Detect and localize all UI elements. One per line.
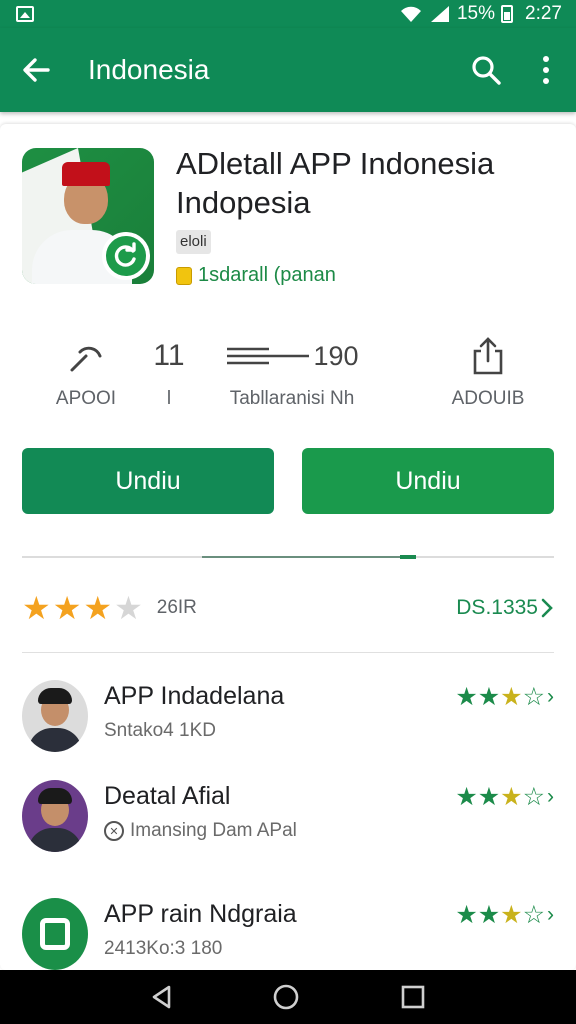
reviews-link[interactable]: DS.1335 (456, 596, 554, 620)
review-name: APP rain Ndgraia (104, 900, 297, 928)
rating-count: 26IR (156, 597, 197, 618)
review-subtitle-text: Imansing Dam APal (130, 820, 297, 841)
developer-link[interactable]: 1sdarall (panan (176, 264, 336, 287)
stat-value: 190 (313, 340, 359, 371)
lines-icon (227, 347, 310, 365)
divider (22, 652, 554, 653)
back-button[interactable] (0, 28, 72, 112)
star-icon: ★ (500, 901, 523, 929)
star-icon: ★ (83, 590, 113, 626)
developer-badge-icon (176, 266, 192, 285)
app-detail-card: ADletall APP Indonesia Indopesia eloli 1… (0, 124, 576, 970)
wifi-icon (400, 6, 421, 22)
avatar (22, 780, 88, 852)
search-icon (472, 56, 501, 85)
avatar-suit (28, 728, 82, 752)
review-rating: ★★ ★ ☆ › (455, 784, 554, 810)
clock-icon: ✕ (104, 821, 124, 841)
review-name: Deatal Afial (104, 782, 231, 810)
app-icon (22, 148, 154, 284)
star-outline-icon: ☆ (522, 783, 545, 811)
tab-indicator-active (400, 555, 416, 559)
avatar-hair (38, 788, 72, 804)
download-button-primary[interactable]: Undiu (22, 448, 274, 514)
image-notification-icon (16, 6, 34, 22)
avatar-suit (28, 828, 82, 852)
stat-label: l (166, 388, 172, 409)
star-icon: ★ (22, 590, 51, 626)
share-arc-icon (40, 334, 132, 378)
app-bar: Indonesia (0, 28, 576, 112)
reviews-link-label: DS.1335 (456, 596, 538, 619)
tab-indicator (22, 555, 554, 559)
battery-icon (501, 5, 514, 23)
stat-label: APOOI (55, 388, 117, 409)
review-rating: ★★ ★ ☆ › (455, 902, 554, 928)
review-subtitle: Sntako4 1KD (104, 720, 216, 742)
review-subtitle-text: Sntako4 1KD (104, 720, 216, 741)
star-outline-icon: ☆ (522, 901, 545, 929)
page-title: Indonesia (88, 54, 210, 85)
more-options-button[interactable] (516, 28, 576, 112)
star-icon: ★ (52, 590, 82, 626)
nav-home-icon[interactable] (272, 983, 300, 1011)
stat-label: ADOUIB (451, 388, 525, 409)
person-cap (62, 162, 110, 186)
avatar-hair (38, 688, 72, 704)
star-icon: ★ (500, 683, 523, 711)
review-rating: ★★ ★ ☆ › (455, 684, 554, 710)
star-icon: ★★ (455, 901, 501, 929)
chevron-right-icon (541, 598, 553, 618)
avatar (22, 898, 88, 970)
star-icon: ★★ (455, 783, 501, 811)
stat-item-1[interactable]: APOOI (40, 334, 132, 410)
star-empty-icon: ★ (114, 590, 143, 626)
chevron-right-icon: › (547, 903, 554, 926)
search-button[interactable] (456, 28, 516, 112)
signal-icon (430, 6, 449, 22)
chevron-right-icon: › (547, 685, 554, 708)
review-subtitle-text: 2413Ko:3 180 (104, 938, 223, 959)
chevron-right-icon: › (547, 785, 554, 808)
refresh-badge-icon (102, 232, 150, 280)
stat-item-4[interactable]: ADOUIB (440, 334, 536, 410)
more-vert-icon (543, 56, 549, 84)
list-item[interactable]: APP Indadelana Sntako4 1KD ★★ ★ ☆ › (0, 672, 576, 764)
review-subtitle: 2413Ko:3 180 (104, 938, 222, 960)
star-icon: ★ (500, 783, 523, 811)
review-subtitle: ✕ Imansing Dam APal (104, 820, 297, 842)
rating-stars: ★ ★ ★ ★ (22, 592, 143, 624)
list-item[interactable]: Deatal Afial ✕ Imansing Dam APal ★★ ★ ☆ › (0, 772, 576, 864)
review-name: APP Indadelana (104, 682, 285, 710)
system-nav-bar (0, 970, 576, 1024)
status-bar: 15% 2:27 (0, 0, 576, 28)
battery-percent: 15% (456, 3, 496, 24)
rating-summary: ★ ★ ★ ★ 26IR DS.1335 (22, 588, 554, 628)
developer-name: 1sdarall (panan (198, 264, 336, 286)
star-icon: ★★ (455, 683, 501, 711)
stat-item-2[interactable]: 11 l (134, 334, 204, 410)
stat-label: Tabllaranisi Nh (229, 388, 355, 409)
list-item[interactable]: APP rain Ndgraia 2413Ko:3 180 ★★ ★ ☆ › (0, 890, 576, 970)
stat-item-3[interactable]: 190 Tabllaranisi Nh (210, 334, 374, 410)
download-button-secondary[interactable]: Undiu (302, 448, 554, 514)
clock: 2:27 (525, 3, 562, 24)
star-outline-icon: ☆ (522, 683, 545, 711)
content-rating-tag: eloli (176, 230, 211, 254)
nav-recents-icon[interactable] (401, 985, 425, 1009)
app-title: ADletall APP Indonesia Indopesia (176, 146, 495, 220)
share-icon (440, 334, 536, 378)
stat-value: 11 (153, 339, 185, 372)
app-logo-icon (40, 918, 70, 950)
tab-indicator-segment (202, 556, 412, 558)
avatar (22, 680, 88, 752)
back-arrow-icon (23, 58, 50, 82)
nav-back-icon[interactable] (151, 985, 171, 1009)
